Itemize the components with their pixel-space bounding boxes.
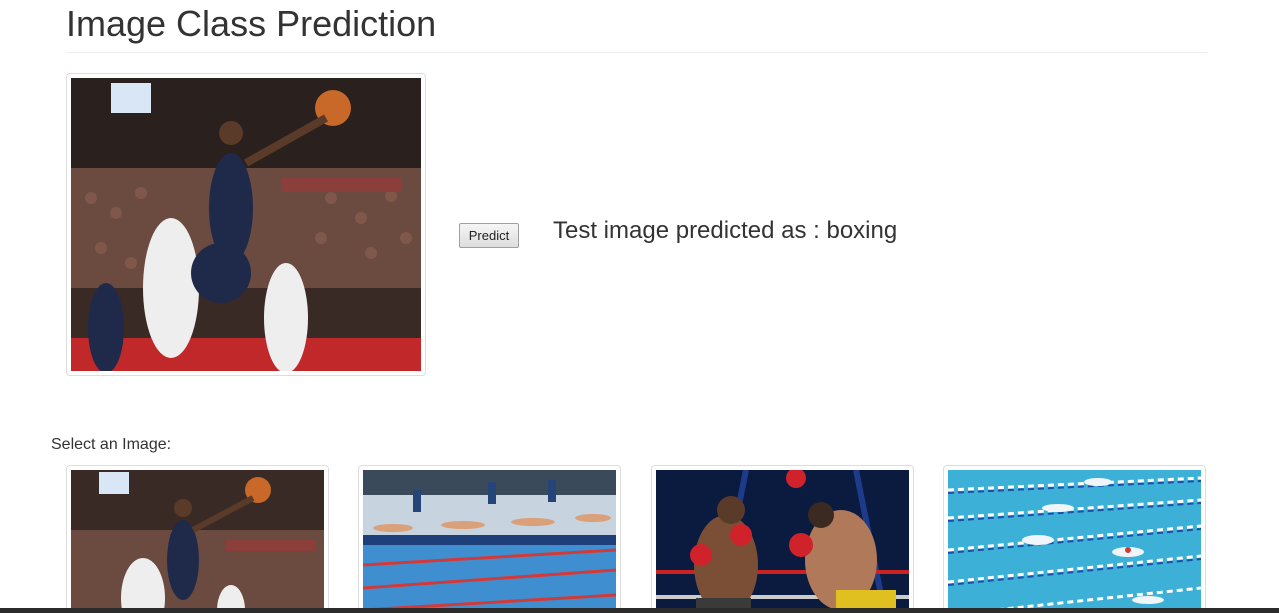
gallery-image-boxing: [656, 470, 909, 613]
gallery-item-boxing[interactable]: [651, 465, 914, 613]
gallery-image-basketball: [71, 470, 324, 613]
gallery-item-swimming-dive[interactable]: [358, 465, 621, 613]
prediction-result: Test image predicted as : boxing: [553, 217, 898, 244]
gallery-item-swimming-pool[interactable]: [943, 465, 1206, 613]
page-title: Image Class Prediction: [66, 3, 437, 44]
gallery-image-swimming-dive: [363, 470, 616, 613]
predict-button[interactable]: Predict: [459, 223, 519, 248]
select-image-label: Select an Image:: [51, 436, 172, 453]
page: Image Class Prediction Predict Test imag…: [0, 0, 1279, 613]
gallery-item-basketball[interactable]: [66, 465, 329, 613]
gallery-image-swimming-pool: [948, 470, 1201, 613]
page-header: Image Class Prediction: [66, 0, 1207, 53]
bottom-edge-bar: [0, 608, 1279, 613]
preview-image-frame: [66, 73, 426, 376]
preview-image-basketball: [71, 78, 421, 371]
